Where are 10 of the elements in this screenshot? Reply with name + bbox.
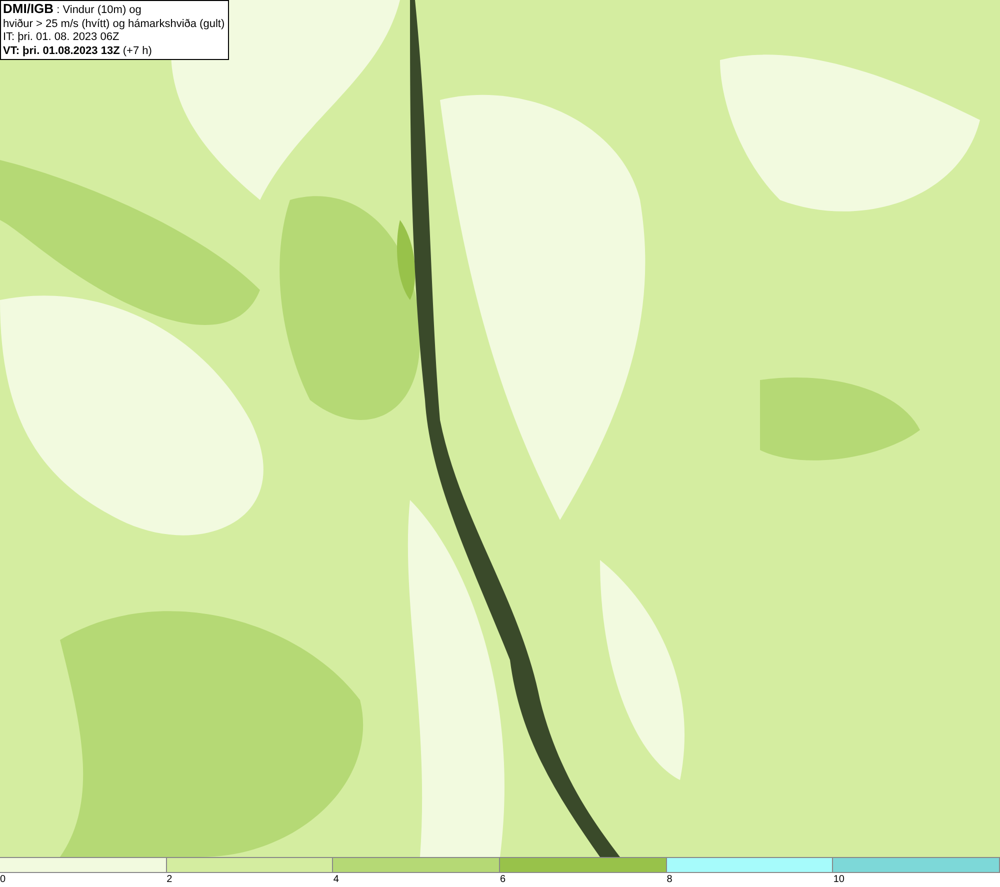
caption-line: hviður > 25 m/s (hvítt) og hámarkshviða (gult) <box>3 18 225 31</box>
caption-line: DMI/IGB : Vindur (10m) og <box>3 2 142 18</box>
caption-line: VT: þri. 01.08.2023 13Z (+7 h) <box>3 44 153 58</box>
legend-label: 4 <box>333 873 339 887</box>
caption-line: IT: þri. 01. 08. 2023 06Z <box>3 31 120 44</box>
legend-label: 10 <box>833 873 844 887</box>
legend-label: 6 <box>500 873 506 887</box>
legend-label: 8 <box>666 873 672 887</box>
legend-label: 0 <box>0 873 6 887</box>
legend-label: 2 <box>166 873 172 887</box>
